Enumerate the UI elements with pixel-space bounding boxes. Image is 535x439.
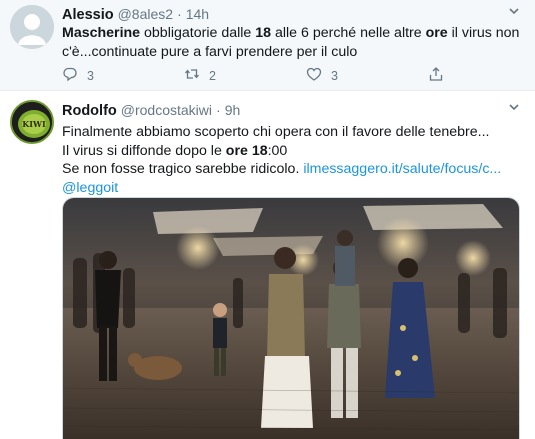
reply-count: 3: [87, 68, 94, 83]
retweet-icon: [184, 66, 200, 85]
article-link[interactable]: ilmessaggero.it/salute/focus/c...: [303, 161, 501, 177]
reply-icon: [62, 66, 78, 85]
tweet-header: Rodolfo @rodcostakiwi · 9h: [62, 102, 525, 119]
text-span: alle 6 perché nelle altre: [271, 25, 426, 41]
like-count: 3: [331, 68, 338, 83]
tweet-time[interactable]: 14h: [186, 6, 209, 22]
text-line: @leggoit: [62, 179, 521, 198]
retweet-button[interactable]: 2: [184, 66, 216, 85]
avatar-kiwi-logo[interactable]: KIWI: [10, 100, 54, 144]
highlight-word: ore: [425, 25, 448, 41]
author-name[interactable]: Alessio: [62, 7, 114, 23]
reply-button[interactable]: 3: [62, 66, 94, 85]
retweet-count: 2: [209, 68, 216, 83]
text-line: Finalmente abbiamo scoperto chi opera co…: [62, 124, 490, 140]
tweet-time[interactable]: 9h: [225, 102, 241, 118]
like-icon: [306, 66, 322, 85]
author-handle[interactable]: @8ales2: [118, 6, 173, 22]
share-icon: [428, 66, 444, 85]
tweet-text: Mascherine obbligatorie dalle 18 alle 6 …: [62, 24, 521, 61]
text-span: Se non fosse tragico sarebbe ridicolo.: [62, 161, 304, 177]
highlight-word: 18: [251, 142, 268, 159]
tweet-photo[interactable]: [62, 197, 520, 439]
text-span: :00: [267, 142, 288, 159]
avatar-logo-text: KIWI: [22, 119, 46, 129]
author-handle[interactable]: @rodcostakiwi: [121, 102, 212, 118]
highlight-word: Mascherine: [62, 25, 141, 41]
like-button[interactable]: 3: [306, 66, 338, 85]
highlight-word: 18: [255, 25, 272, 41]
separator-dot: ·: [216, 102, 221, 118]
tweet-text: Finalmente abbiamo scoperto chi opera co…: [62, 123, 521, 197]
author-name[interactable]: Rodolfo: [62, 103, 117, 119]
text-span: Il virus si diffonde dopo le: [62, 142, 226, 159]
tweet-header: Alessio @8ales2 · 14h: [62, 6, 525, 23]
mention-link[interactable]: @leggoit: [62, 180, 118, 196]
text-span: obbligatorie dalle: [140, 25, 256, 41]
text-line: Il virus si diffonde dopo le ore 18:00: [62, 142, 521, 161]
tweet-actions: 3 2 3: [62, 66, 462, 84]
text-line: Se non fosse tragico sarebbe ridicolo. i…: [62, 160, 521, 179]
chevron-down-icon[interactable]: [507, 4, 521, 21]
avatar-default[interactable]: [10, 5, 54, 49]
chevron-down-icon[interactable]: [507, 100, 521, 117]
share-button[interactable]: [428, 66, 444, 85]
highlight-word: ore: [225, 142, 248, 159]
tweet-rodolfo[interactable]: KIWI Rodolfo @rodcostakiwi · 9h Finalmen…: [0, 91, 535, 439]
tweet-alessio[interactable]: Alessio @8ales2 · 14h Mascherine obbliga…: [0, 0, 535, 91]
separator-dot: ·: [177, 6, 182, 22]
photo-night-street-scene: [63, 198, 519, 439]
